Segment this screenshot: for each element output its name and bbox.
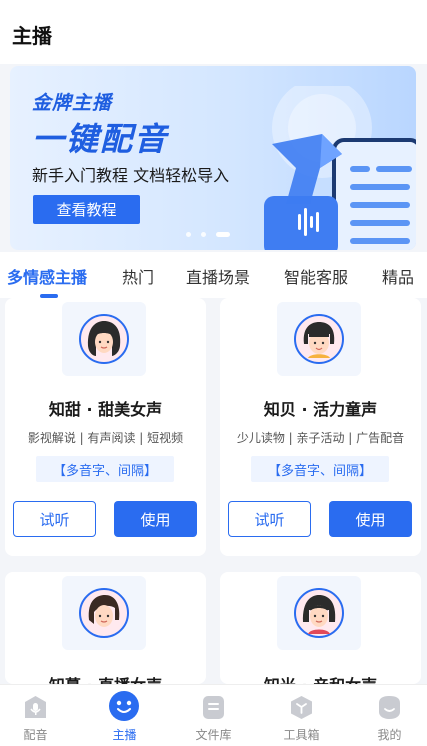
listen-button[interactable]: 试听	[228, 501, 311, 537]
microphone-icon	[25, 696, 46, 718]
document-import-illustration	[264, 86, 416, 250]
page-title: 主播	[12, 24, 52, 48]
category-tabs: 多情感主播 热门 直播场景 智能客服 精品	[0, 252, 427, 298]
anchor-card[interactable]: 知米 · 亲和女声	[220, 572, 421, 684]
banner-subtitle: 新手入门教程 文档轻松导入	[32, 166, 230, 185]
carousel-dot[interactable]	[201, 232, 206, 237]
banner-headline: 一键配音	[32, 120, 169, 158]
nav-label: 主播	[112, 728, 137, 742]
listen-button[interactable]: 试听	[13, 501, 96, 537]
female-avatar-icon	[294, 588, 344, 638]
anchor-feature-badge: 【多音字、间隔】	[36, 456, 174, 482]
use-button[interactable]: 使用	[329, 501, 412, 537]
anchor-card[interactable]: 知甜 · 甜美女声 影视解说 | 有声阅读 | 短视频 【多音字、间隔】 试听 …	[5, 298, 206, 556]
profile-icon	[379, 696, 400, 719]
promo-banner[interactable]: 金牌主播 一键配音 新手入门教程 文档轻松导入 查看教程	[10, 66, 416, 250]
anchor-card[interactable]: 知贝 · 活力童声 少儿读物 | 亲子活动 | 广告配音 【多音字、间隔】 试听…	[220, 298, 421, 556]
view-tutorial-button[interactable]: 查看教程	[33, 195, 140, 224]
nav-item-profile[interactable]: 我的	[347, 685, 427, 746]
top-bar: 主播	[0, 0, 427, 64]
nav-label: 配音	[23, 728, 48, 742]
nav-item-file-library[interactable]: 文件库	[171, 685, 256, 746]
nav-item-anchor[interactable]: 主播	[82, 685, 167, 746]
female-avatar-icon	[79, 588, 129, 638]
banner-brand: 金牌主播	[32, 92, 113, 114]
folder-icon	[203, 696, 224, 719]
anchor-tags: 少儿读物 | 亲子活动 | 广告配音	[236, 431, 405, 445]
carousel-dot[interactable]	[186, 232, 191, 237]
tab-smart-service[interactable]: 智能客服	[284, 264, 348, 288]
carousel-dots	[186, 232, 230, 237]
anchor-name: 知米 · 亲和女声	[220, 672, 421, 684]
anchor-feature-badge: 【多音字、间隔】	[251, 456, 389, 482]
tab-emotional-anchors[interactable]: 多情感主播	[7, 264, 87, 288]
anchor-name: 知蔓 · 直播女声	[5, 672, 206, 684]
anchor-tags: 影视解说 | 有声阅读 | 短视频	[27, 431, 184, 445]
toolbox-icon	[291, 696, 312, 719]
bottom-navigation: 配音 主播 文件库 工具箱 我的	[0, 684, 427, 746]
anchor-name: 知贝 · 活力童声	[263, 400, 378, 419]
smile-face-icon	[109, 691, 139, 721]
tab-premium[interactable]: 精品	[382, 264, 414, 288]
avatar	[277, 302, 361, 376]
nav-item-dubbing[interactable]: 配音	[0, 685, 78, 746]
child-avatar-icon	[294, 314, 344, 364]
nav-label: 工具箱	[283, 728, 320, 742]
nav-label: 文件库	[195, 728, 232, 742]
female-avatar-icon	[79, 314, 129, 364]
nav-label: 我的	[377, 728, 402, 742]
avatar	[62, 576, 146, 650]
anchor-card[interactable]: 知蔓 · 直播女声	[5, 572, 206, 684]
carousel-dot-active[interactable]	[216, 232, 230, 237]
avatar	[277, 576, 361, 650]
nav-item-toolbox[interactable]: 工具箱	[259, 685, 344, 746]
anchor-name: 知甜 · 甜美女声	[48, 400, 163, 419]
tab-live-scene[interactable]: 直播场景	[186, 264, 250, 288]
use-button[interactable]: 使用	[114, 501, 197, 537]
tab-hot[interactable]: 热门	[122, 264, 154, 288]
avatar	[62, 302, 146, 376]
